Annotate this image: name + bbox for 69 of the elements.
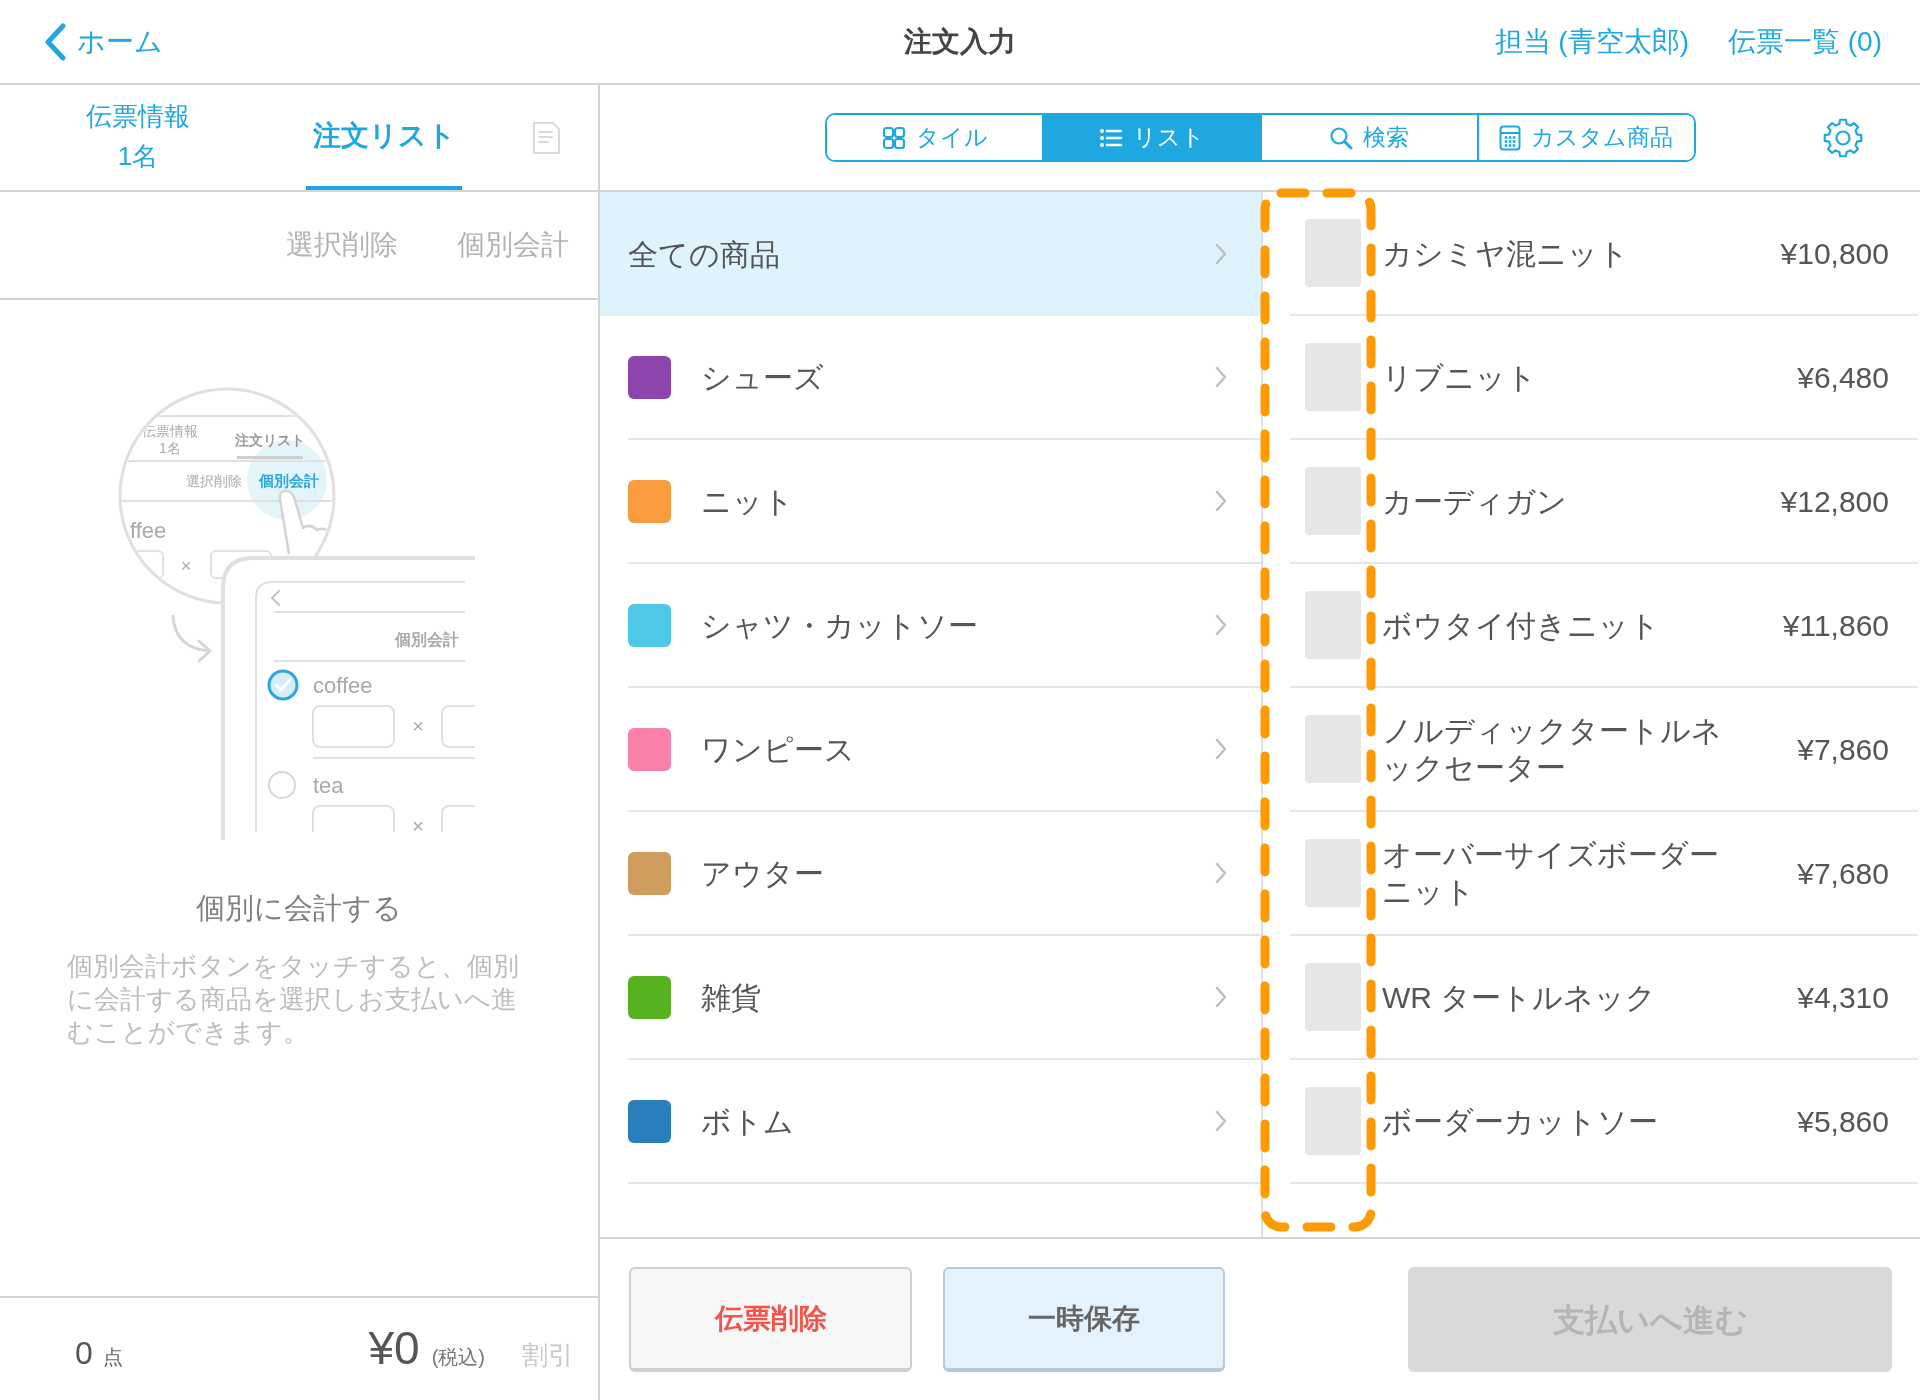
mini-action-label: 選択削除 bbox=[186, 473, 242, 489]
product-price: ¥7,680 bbox=[1797, 855, 1889, 892]
chevron-right-icon bbox=[1214, 737, 1228, 761]
mini-action-label: 個別会計 bbox=[395, 631, 459, 648]
product-item[interactable]: ノルディックタートルネックセーター ¥7,860 bbox=[1290, 688, 1918, 812]
product-name: オーバーサイズボーダーニット bbox=[1382, 837, 1720, 910]
chevron-right-icon bbox=[1214, 985, 1228, 1009]
empty-state-description: 個別会計ボタンをタッチすると、個別に会計する商品を選択しお支払いへ進むことができます。 bbox=[67, 950, 520, 1049]
product-price: ¥10,800 bbox=[1780, 235, 1889, 272]
photo-placeholder bbox=[1305, 715, 1361, 783]
product-name: ボーダーカットソー bbox=[1382, 1103, 1659, 1140]
product-item[interactable]: WR タートルネック ¥4,310 bbox=[1290, 936, 1918, 1060]
chevron-right-icon bbox=[1214, 365, 1228, 389]
product-item[interactable]: カシミヤ混ニット ¥10,800 bbox=[1290, 192, 1918, 316]
back-chevron-icon bbox=[271, 590, 280, 606]
product-price: ¥6,480 bbox=[1797, 359, 1889, 396]
category-item[interactable]: 全ての商品 bbox=[600, 192, 1261, 316]
settings-icon[interactable] bbox=[1823, 117, 1863, 158]
multiply-sign: × bbox=[180, 556, 192, 576]
chevron-right-icon bbox=[1214, 242, 1228, 266]
chevron-right-icon bbox=[1214, 1109, 1228, 1133]
product-name: カーディガン bbox=[1382, 483, 1568, 520]
tax-note: (税込) bbox=[431, 1345, 485, 1370]
curved-arrow bbox=[171, 614, 212, 663]
item-count: 0 bbox=[75, 1334, 93, 1373]
screen-title: 注文入力 bbox=[904, 24, 1016, 59]
product-item[interactable]: リブニット ¥6,480 bbox=[1290, 316, 1918, 440]
chevron-right-icon bbox=[1214, 613, 1228, 637]
grid-icon bbox=[881, 125, 906, 150]
product-price: ¥4,310 bbox=[1797, 979, 1889, 1016]
product-price: ¥12,800 bbox=[1780, 483, 1889, 520]
photo-placeholder bbox=[1305, 839, 1361, 907]
mini-tab-label: 1名 bbox=[159, 440, 181, 456]
search-icon bbox=[1329, 125, 1354, 150]
product-price: ¥7,860 bbox=[1797, 731, 1889, 768]
product-name: ボウタイ付きニット bbox=[1382, 607, 1661, 644]
mini-quantity-box bbox=[441, 705, 475, 748]
product-price: ¥5,860 bbox=[1797, 1103, 1889, 1140]
photo-placeholder bbox=[1305, 591, 1361, 659]
multiply-sign: × bbox=[412, 715, 424, 737]
chevron-right-icon bbox=[1214, 861, 1228, 885]
product-name: ノルディックタートルネックセーター bbox=[1382, 713, 1723, 786]
chevron-left-icon bbox=[44, 22, 66, 61]
photo-placeholder bbox=[1305, 219, 1361, 287]
product-item[interactable]: オーバーサイズボーダーニット ¥7,680 bbox=[1290, 812, 1918, 936]
calculator-icon bbox=[1499, 124, 1522, 151]
mini-item-name: ffee bbox=[130, 518, 167, 543]
photo-placeholder bbox=[1305, 467, 1361, 535]
save-draft-button[interactable]: 一時保存 bbox=[943, 1267, 1225, 1372]
photo-placeholder bbox=[1305, 1087, 1361, 1155]
mini-item-name: tea bbox=[313, 773, 344, 798]
product-name: WR タートルネック bbox=[1382, 979, 1658, 1016]
total-amount: ¥0 bbox=[368, 1328, 420, 1368]
photo-placeholder bbox=[1305, 963, 1361, 1031]
chevron-right-icon bbox=[1214, 489, 1228, 513]
product-item[interactable]: ボウタイ付きニット ¥11,860 bbox=[1290, 564, 1918, 688]
empty-state-title: 個別に会計する bbox=[196, 891, 402, 926]
mini-action-label: 個別会計 bbox=[259, 472, 319, 489]
mini-tab-label: 注文リスト bbox=[235, 432, 305, 448]
mini-item-name: coffee bbox=[313, 673, 373, 698]
product-price: ¥11,860 bbox=[1782, 607, 1889, 644]
product-item[interactable]: カーディガン ¥12,800 bbox=[1290, 440, 1918, 564]
product-item[interactable]: ボーダーカットソー ¥5,860 bbox=[1290, 1060, 1918, 1184]
multiply-sign: × bbox=[412, 815, 424, 832]
count-unit: 点 bbox=[102, 1345, 123, 1370]
product-name: リブニット bbox=[1382, 359, 1538, 396]
product-name: カシミヤ混ニット bbox=[1382, 235, 1630, 272]
photo-placeholder bbox=[1305, 343, 1361, 411]
mini-quantity-box bbox=[441, 805, 475, 832]
